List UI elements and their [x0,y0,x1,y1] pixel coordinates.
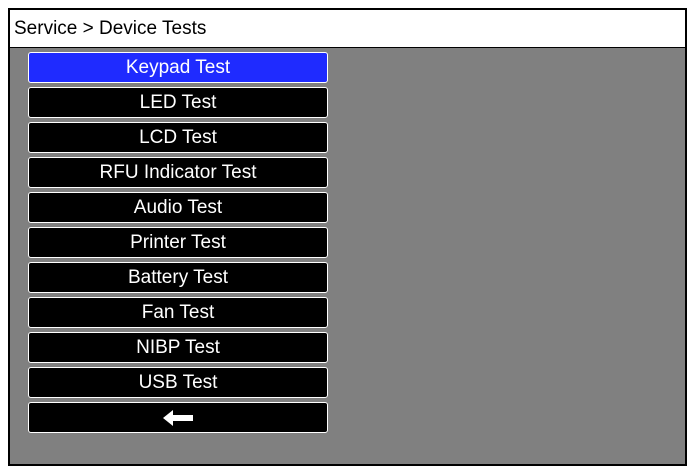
menu-item-label: USB Test [138,371,218,393]
device-tests-menu: Keypad Test LED Test LCD Test RFU Indica… [28,52,328,437]
printer-test-button[interactable]: Printer Test [28,227,328,258]
nibp-test-button[interactable]: NIBP Test [28,332,328,363]
fan-test-button[interactable]: Fan Test [28,297,328,328]
device-screen: Service > Device Tests Keypad Test LED T… [8,8,687,466]
left-arrow-icon [163,409,193,426]
menu-item-label: Printer Test [130,231,226,253]
back-button[interactable] [28,402,328,433]
menu-item-label: Keypad Test [125,56,231,78]
battery-test-button[interactable]: Battery Test [28,262,328,293]
keypad-test-button[interactable]: Keypad Test [28,52,328,83]
menu-item-label: RFU Indicator Test [99,161,257,183]
menu-item-label: Audio Test [133,196,223,218]
menu-item-label: Fan Test [141,301,215,323]
menu-item-label: LCD Test [139,126,217,148]
audio-test-button[interactable]: Audio Test [28,192,328,223]
lcd-test-button[interactable]: LCD Test [28,122,328,153]
breadcrumb: Service > Device Tests [10,10,685,48]
usb-test-button[interactable]: USB Test [28,367,328,398]
page-title: Service > Device Tests [14,17,207,39]
rfu-indicator-test-button[interactable]: RFU Indicator Test [28,157,328,188]
menu-item-label: Battery Test [128,266,228,288]
menu-item-label: NIBP Test [136,336,220,358]
led-test-button[interactable]: LED Test [28,87,328,118]
menu-item-label: LED Test [139,91,217,113]
